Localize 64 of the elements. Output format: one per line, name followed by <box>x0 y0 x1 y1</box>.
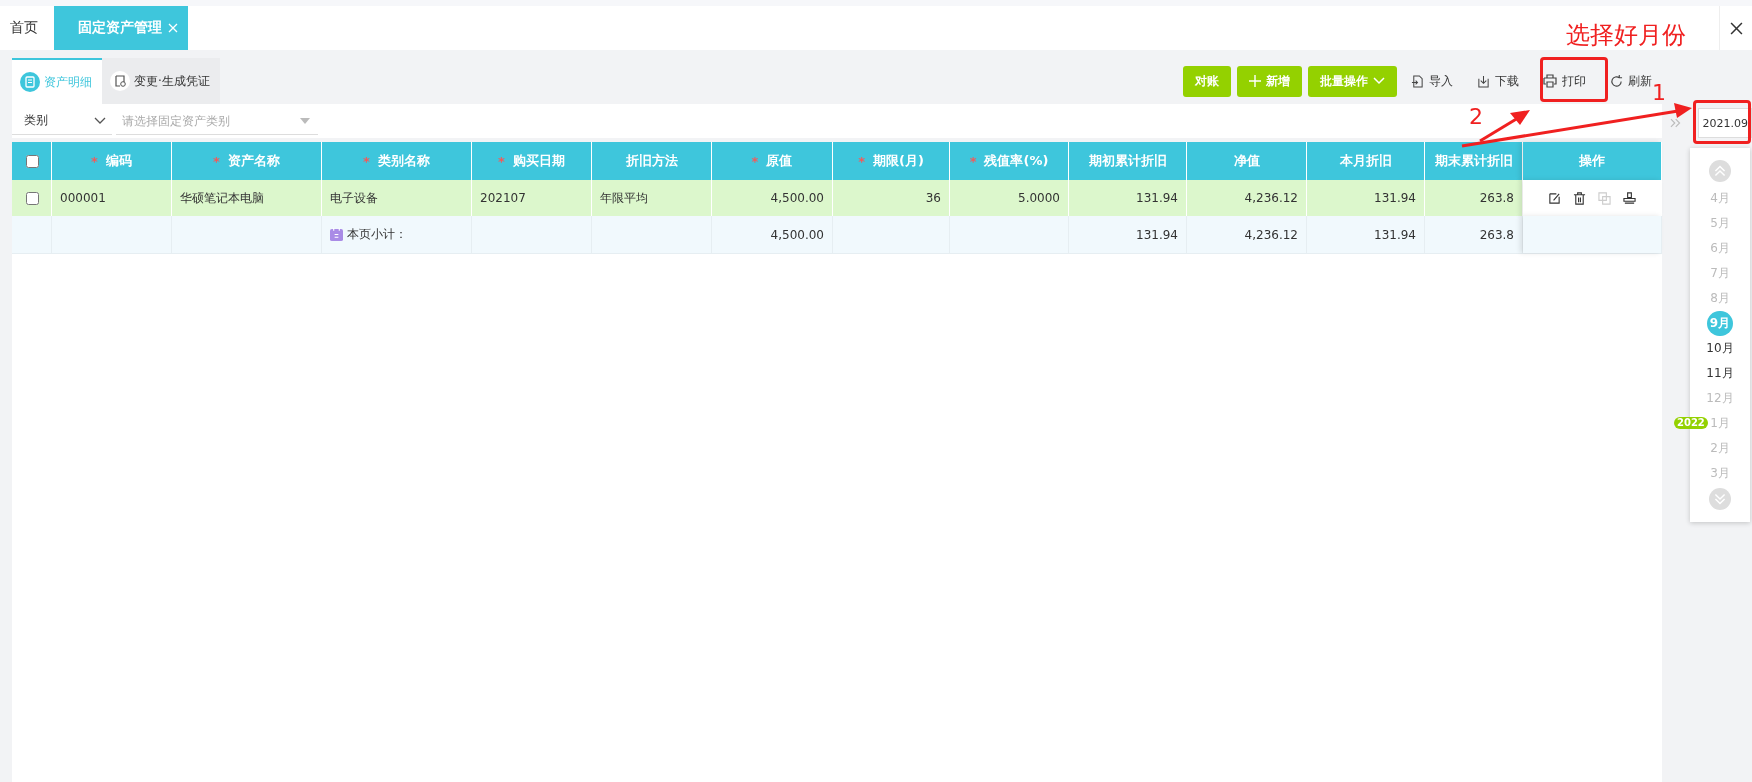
calculator-icon <box>330 228 343 241</box>
column-header: 操作 <box>1523 142 1662 180</box>
required-mark: * <box>213 153 220 169</box>
annotation-number: 1 <box>1652 80 1666 105</box>
subtotal-cell: 4,236.12 <box>1187 216 1307 253</box>
document-icon <box>20 72 40 92</box>
subtotal-cell: 4,500.00 <box>712 216 833 253</box>
chevron-down-icon <box>1373 77 1385 85</box>
plus-icon <box>1249 75 1261 87</box>
print-button[interactable]: 打印 <box>1533 65 1596 97</box>
stamp-icon[interactable] <box>1623 191 1636 205</box>
select-all-checkbox[interactable] <box>25 154 39 168</box>
highlight-box <box>1693 100 1751 144</box>
column-header: 本月折旧 <box>1339 152 1392 170</box>
edit-icon[interactable] <box>1548 191 1561 205</box>
column-header: 编码 <box>105 152 132 170</box>
column-header: 期末累计折旧 <box>1434 152 1513 170</box>
column-header: 购买日期 <box>512 152 565 170</box>
caret-down-icon <box>300 118 310 124</box>
subtotal-cell: 131.94 <box>1069 216 1187 253</box>
column-header: 期初累计折旧 <box>1088 152 1167 170</box>
column-header: 类别名称 <box>377 152 430 170</box>
annotation-text: 选择好月份 <box>1566 20 1686 51</box>
import-icon <box>1411 74 1424 88</box>
page-tab[interactable]: 首页 <box>0 6 48 50</box>
category-type-select[interactable]: 类别 <box>12 107 112 135</box>
year-badge: 2022 <box>1674 417 1708 429</box>
required-mark: * <box>858 153 865 169</box>
column-header: 残值率(%) <box>984 152 1049 170</box>
column-header: 折旧方法 <box>625 152 678 170</box>
printer-icon <box>1543 74 1557 88</box>
row-checkbox[interactable] <box>25 191 39 205</box>
import-button[interactable]: 导入 <box>1401 65 1463 97</box>
column-header: 净值 <box>1233 152 1260 170</box>
period-field[interactable]: 2021.09 <box>1698 108 1752 138</box>
batch-menu-button[interactable]: 批量操作 <box>1308 65 1397 97</box>
required-mark: * <box>363 153 370 169</box>
page-tab[interactable]: 固定资产管理 <box>54 6 188 50</box>
add-button[interactable]: 新增 <box>1237 65 1302 97</box>
required-mark: * <box>91 153 98 169</box>
column-header: 资产名称 <box>227 152 280 170</box>
annotation-number: 2 <box>1469 104 1483 129</box>
section-tab[interactable]: 资产明细 <box>12 58 102 104</box>
required-mark: * <box>498 153 505 169</box>
category-select[interactable]: 请选择固定资产类别 <box>116 107 318 135</box>
download-icon <box>1477 74 1490 88</box>
subtotal-label: 本页小计： <box>347 226 407 243</box>
download-button[interactable]: 下载 <box>1467 65 1529 97</box>
month-item[interactable]: 9月 <box>1707 311 1733 336</box>
voucher-icon <box>110 71 130 91</box>
close-icon[interactable] <box>1729 21 1743 35</box>
column-header: 原值 <box>766 152 793 170</box>
highlight-box <box>1540 57 1608 102</box>
trash-icon[interactable] <box>1573 191 1586 205</box>
reconcile-button[interactable]: 对账 <box>1183 65 1231 97</box>
month-item[interactable]: 11月 <box>1704 361 1736 386</box>
section-tab[interactable]: 变更·生成凭证 <box>102 58 220 104</box>
month-item[interactable]: 10月 <box>1704 336 1736 361</box>
subtotal-cell: 131.94 <box>1307 216 1425 253</box>
chevron-down-icon <box>94 116 106 125</box>
required-mark: * <box>969 153 977 169</box>
refresh-icon <box>1610 74 1623 88</box>
column-header: 期限(月) <box>872 152 924 170</box>
required-mark: * <box>751 153 759 169</box>
